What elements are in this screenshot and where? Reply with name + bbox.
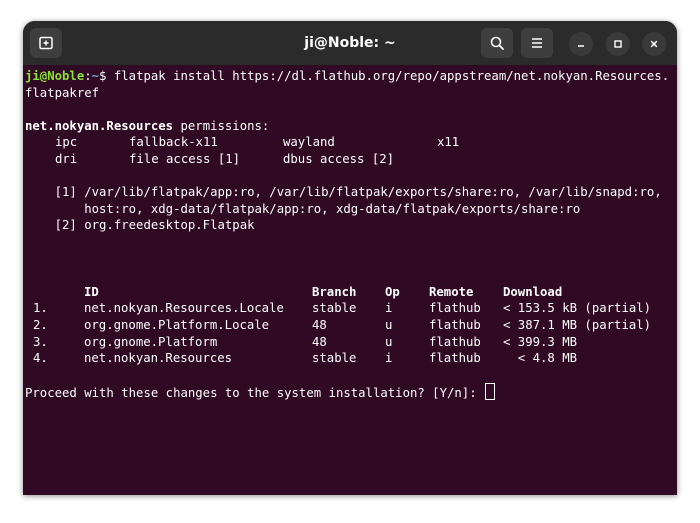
- row-download: < 153.5 kB (partial): [503, 301, 652, 316]
- row-remote: flathub: [429, 334, 481, 349]
- row-branch: stable: [312, 351, 357, 366]
- header-branch: Branch: [312, 284, 357, 299]
- row-op: i: [385, 351, 393, 366]
- new-tab-icon: [39, 36, 53, 50]
- prompt-separator: :: [84, 69, 92, 83]
- minimize-icon: [578, 45, 584, 47]
- row-op: u: [385, 334, 393, 349]
- terminal-output[interactable]: ji@Noble:~$ flatpak install https://dl.f…: [23, 65, 669, 495]
- search-button[interactable]: [481, 28, 513, 58]
- command-line: ji@Noble:~$ flatpak install https://dl.f…: [25, 68, 669, 85]
- row-id: org.gnome.Platform: [84, 334, 218, 349]
- row-id: net.nokyan.Resources: [84, 351, 233, 366]
- row-index: 1.: [33, 301, 48, 316]
- permissions-label: permissions:: [173, 118, 270, 133]
- main-menu-button[interactable]: [521, 28, 553, 58]
- header-download: Download: [503, 284, 563, 299]
- prompt-user: ji@Noble: [25, 69, 85, 83]
- row-id: org.gnome.Platform.Locale: [84, 317, 270, 332]
- row-remote: flathub: [429, 301, 481, 316]
- permission-item: ipc: [55, 135, 78, 150]
- table-row: 1. net.nokyan.Resources.Locale stable i flat…: [25, 300, 663, 317]
- permission-item: fallback-x11: [129, 135, 218, 150]
- prompt-path: ~: [91, 69, 100, 83]
- close-icon: [650, 40, 658, 48]
- minimize-button[interactable]: [569, 32, 593, 56]
- row-remote: flathub: [429, 317, 481, 332]
- command-continuation: flatpakref: [25, 85, 100, 100]
- hamburger-menu-icon: [532, 38, 542, 48]
- row-index: 2.: [33, 317, 48, 332]
- terminal-window: ji@Noble: ~ ji@Noble:~$ flatpak install …: [23, 21, 677, 495]
- command-text: flatpak install https://dl.flathub.org/r…: [106, 69, 670, 83]
- new-tab-button[interactable]: [30, 28, 62, 58]
- row-id: net.nokyan.Resources.Locale: [84, 301, 284, 316]
- app-id: net.nokyan.Resources: [25, 118, 174, 133]
- header-id: ID: [84, 284, 99, 299]
- permission-item: file access [1]: [129, 151, 241, 166]
- search-icon: [490, 36, 504, 50]
- permission-item: x11: [437, 135, 460, 150]
- text-cursor[interactable]: [485, 383, 496, 401]
- row-op: i: [385, 301, 393, 316]
- row-branch: stable: [312, 301, 357, 316]
- permission-item: dri: [55, 151, 78, 166]
- row-download: < 399.3 MB: [503, 334, 578, 349]
- row-remote: flathub: [429, 351, 481, 366]
- footnote-1-continuation: host:ro, xdg-data/flatpak/app:ro, xdg-da…: [25, 201, 581, 216]
- maximize-icon: [614, 40, 622, 48]
- permission-item: wayland: [283, 135, 335, 150]
- row-branch: 48: [312, 334, 327, 349]
- question-text: Proceed with these changes to the system…: [25, 386, 485, 401]
- row-op: u: [385, 317, 393, 332]
- permission-item: dbus access [2]: [283, 151, 395, 166]
- table-row: 4. net.nokyan.Resources stable i flathub < 4…: [25, 350, 663, 367]
- permissions-heading: net.nokyan.Resources permissions:: [25, 118, 663, 135]
- header-remote: Remote: [429, 284, 474, 299]
- table-row: 2. org.gnome.Platform.Locale 48 u flathub < 3…: [25, 317, 663, 334]
- header-op: Op: [385, 284, 400, 299]
- title-bar: ji@Noble: ~: [23, 21, 677, 65]
- footnote-2: [2] org.freedesktop.Flatpak: [25, 218, 255, 233]
- row-index: 3.: [33, 334, 48, 349]
- row-download: < 4.8 MB: [503, 351, 578, 366]
- confirmation-prompt: Proceed with these changes to the system…: [25, 383, 663, 401]
- table-header: ID Branch Op Remote Download: [25, 284, 663, 301]
- footnote-1: [1] /var/lib/flatpak/app:ro, /var/lib/fl…: [25, 185, 662, 200]
- row-index: 4.: [33, 351, 48, 366]
- row-download: < 387.1 MB (partial): [503, 317, 652, 332]
- permission-row: dri file access [1] dbus access [2]: [25, 151, 663, 168]
- table-row: 3. org.gnome.Platform 48 u flathub < 399.3 MB: [25, 334, 663, 351]
- close-button[interactable]: [642, 32, 666, 56]
- maximize-button[interactable]: [606, 32, 630, 56]
- permission-row: ipc fallback-x11 wayland x11: [25, 134, 663, 151]
- row-branch: 48: [312, 317, 327, 332]
